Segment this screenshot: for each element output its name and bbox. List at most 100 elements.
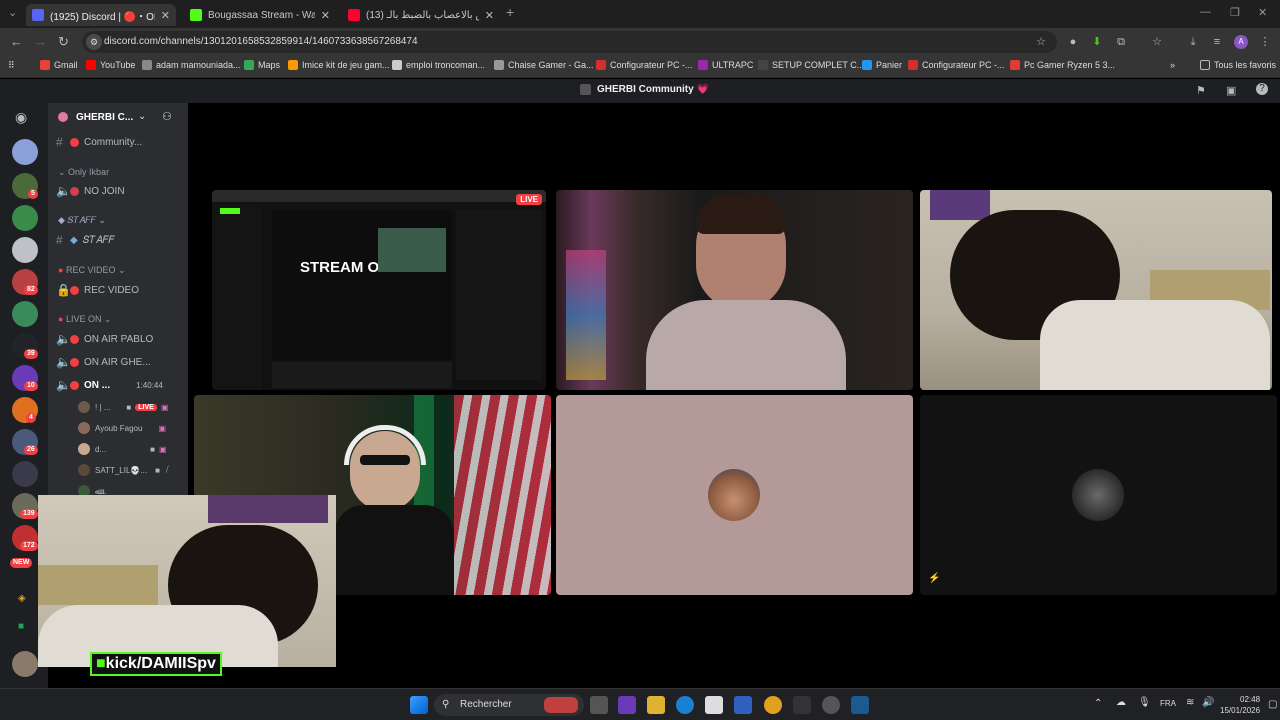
wifi-icon[interactable]: ≋ <box>1186 697 1194 708</box>
reload-icon[interactable]: ↻ <box>58 34 69 50</box>
category-only-ikbar[interactable]: ⌄ Only Ikbar <box>58 167 109 178</box>
minimize-icon[interactable]: — <box>1200 6 1211 18</box>
all-favorites-folder[interactable]: Tous les favoris <box>1200 60 1276 70</box>
video-tile[interactable] <box>556 190 913 390</box>
server-icon[interactable] <box>12 301 38 327</box>
bookmark-item[interactable]: Pc Gamer Ryzen 5 3... <box>1010 60 1115 70</box>
server-icon[interactable] <box>12 139 38 165</box>
downloads-icon[interactable]: ⤓ <box>1186 35 1200 49</box>
user-avatar[interactable] <box>12 651 38 677</box>
server-icon[interactable]: ■ <box>18 621 24 632</box>
task-view-icon[interactable] <box>590 696 608 714</box>
media-icon[interactable]: ≡ <box>1210 35 1224 49</box>
site-info-icon[interactable]: ⚙ <box>86 34 102 50</box>
category-label: Only Ikbar <box>68 167 110 177</box>
bookmark-item[interactable]: Configurateur PC -... <box>908 60 1005 70</box>
puzzle-icon[interactable]: ⧉ <box>1114 35 1128 49</box>
server-icon[interactable] <box>12 237 38 263</box>
bookmark-item[interactable]: Gmail <box>40 60 78 70</box>
close-icon[interactable]: ✕ <box>161 9 170 22</box>
tray-icon[interactable]: ☁ <box>1116 697 1126 708</box>
app-icon[interactable] <box>822 696 840 714</box>
taskbar-search[interactable]: ⚲ Rechercher <box>434 694 584 716</box>
category-staff[interactable]: ◆ 𝑆𝑇𝐴𝐹𝐹 ⌄ <box>58 215 106 226</box>
tab-discord[interactable]: (1925) Discord | 🔴・ON AIR ✕ <box>26 4 176 26</box>
tab-youtube[interactable]: (13) ماتش بالاعصاب بالضبط بالـ ✕ <box>342 4 500 26</box>
back-icon[interactable]: ← <box>10 34 23 49</box>
close-icon[interactable]: ✕ <box>485 9 494 22</box>
window-close-icon[interactable]: ✕ <box>1258 6 1267 19</box>
bookmark-item[interactable]: YouTube <box>86 60 135 70</box>
bookmark-item[interactable]: ULTRAPC <box>698 60 753 70</box>
tab-kick[interactable]: Bougassaa Stream - Watch Live ✕ <box>184 4 336 26</box>
category-rec-video[interactable]: ● REC VIDEO ⌄ <box>58 265 126 276</box>
apps-icon[interactable]: ⠿ <box>8 60 15 71</box>
new-tab-button[interactable]: + <box>506 4 514 20</box>
bookmark-item[interactable]: Configurateur PC -... <box>596 60 693 70</box>
steam-icon[interactable] <box>851 696 869 714</box>
channel-on-air-pablo[interactable]: 🔈 ON AIR PABLO <box>56 332 153 346</box>
bookmark-item[interactable]: Maps <box>244 60 280 70</box>
inbox-icon[interactable]: ▣ <box>1226 84 1236 97</box>
guild-name[interactable]: GHERBI C... <box>76 112 133 123</box>
channel-rec-video[interactable]: 🔒 REC VIDEO <box>56 283 139 297</box>
channel-staff[interactable]: # ◆ 𝑆𝑇𝐴𝐹𝐹 <box>56 233 114 247</box>
voice-user[interactable]: d... ■ ▣ <box>78 443 167 455</box>
chevron-up-icon[interactable]: ⌃ <box>1094 698 1102 709</box>
bookmark-star-icon[interactable]: ☆ <box>1034 35 1048 49</box>
voice-user[interactable]: Ayoub Fagou ▣ <box>78 422 166 434</box>
bookmark-item[interactable]: Panier <box>862 60 902 70</box>
discord-home-icon[interactable]: ◉ <box>15 109 27 126</box>
forward-icon[interactable]: → <box>34 34 47 49</box>
close-icon[interactable]: ✕ <box>321 9 330 22</box>
bookmark-item[interactable]: SETUP COMPLET C... <box>758 60 864 70</box>
channel-on-air-ghe[interactable]: 🔈 ON AIR GHE... <box>56 355 151 369</box>
server-icon[interactable] <box>12 205 38 231</box>
edge-icon[interactable] <box>676 696 694 714</box>
mail-icon[interactable] <box>734 696 752 714</box>
channel-on-active[interactable]: 🔈 ON ... 1:40:44 <box>56 378 163 392</box>
category-live-on[interactable]: ● LIVE ON ⌄ <box>58 314 112 325</box>
app-icon[interactable] <box>618 696 636 714</box>
chevron-down-icon[interactable]: ⌄ <box>138 111 146 122</box>
video-tile[interactable] <box>920 190 1272 390</box>
system-clock[interactable]: 02:48 15/01/2026 <box>1220 694 1260 716</box>
store-icon[interactable] <box>705 696 723 714</box>
channel-no-join[interactable]: 🔈 NO JOIN <box>56 184 125 198</box>
bookmark-item[interactable]: Imice kit de jeu gam... <box>288 60 390 70</box>
bookmark-item[interactable]: emploi troncoman... <box>392 60 485 70</box>
voice-user[interactable]: SATT_LIL💀... ■ ⧸ <box>78 464 169 476</box>
tab-search-icon[interactable]: ⌄ <box>8 6 17 19</box>
red-dot-icon <box>70 285 79 295</box>
camera-icon: ■ <box>155 465 160 475</box>
threads-icon[interactable]: ⚑ <box>1196 84 1206 97</box>
avatar-tile[interactable]: ⚡ <box>920 395 1277 595</box>
menu-icon[interactable]: ⋮ <box>1258 35 1272 49</box>
profile-avatar[interactable]: A <box>1234 35 1248 49</box>
chevron-right-icon[interactable]: » <box>1170 60 1175 70</box>
favorites-icon[interactable]: ☆ <box>1150 35 1164 49</box>
tab-title: (13) ماتش بالاعصاب بالضبط بالـ <box>366 9 479 21</box>
voice-user[interactable]: ! | ... ■ LIVE ▣ <box>78 401 168 413</box>
notification-icon[interactable]: ▢ <box>1268 699 1277 710</box>
volume-icon[interactable]: 🔊 <box>1202 697 1214 708</box>
bookmark-item[interactable]: adam mamouniada... <box>142 60 241 70</box>
extension-icon[interactable]: ● <box>1066 35 1080 49</box>
avatar-tile[interactable] <box>556 395 913 595</box>
maximize-icon[interactable]: ❐ <box>1230 6 1240 19</box>
download-ext-icon[interactable]: ⬇ <box>1090 35 1104 49</box>
help-icon[interactable]: ? <box>1256 83 1268 95</box>
file-explorer-icon[interactable] <box>647 696 665 714</box>
bookmark-item[interactable]: Chaise Gamer - Ga... <box>494 60 594 70</box>
channel-community[interactable]: # Community... <box>56 135 142 149</box>
chrome-icon[interactable] <box>764 696 782 714</box>
invite-icon[interactable]: ⚇ <box>162 110 172 123</box>
url-bar[interactable]: ⚙ discord.com/channels/13012016585328599… <box>82 31 1057 53</box>
start-icon[interactable] <box>410 696 428 714</box>
mic-icon[interactable]: 🎙 <box>1138 697 1151 708</box>
language-indicator[interactable]: FRA <box>1160 699 1176 708</box>
server-icon[interactable] <box>12 461 38 487</box>
screen-share-tile[interactable]: STREAM OF LIVE <box>212 190 546 390</box>
rss-icon[interactable]: ◈ <box>18 593 26 604</box>
app-icon[interactable] <box>793 696 811 714</box>
